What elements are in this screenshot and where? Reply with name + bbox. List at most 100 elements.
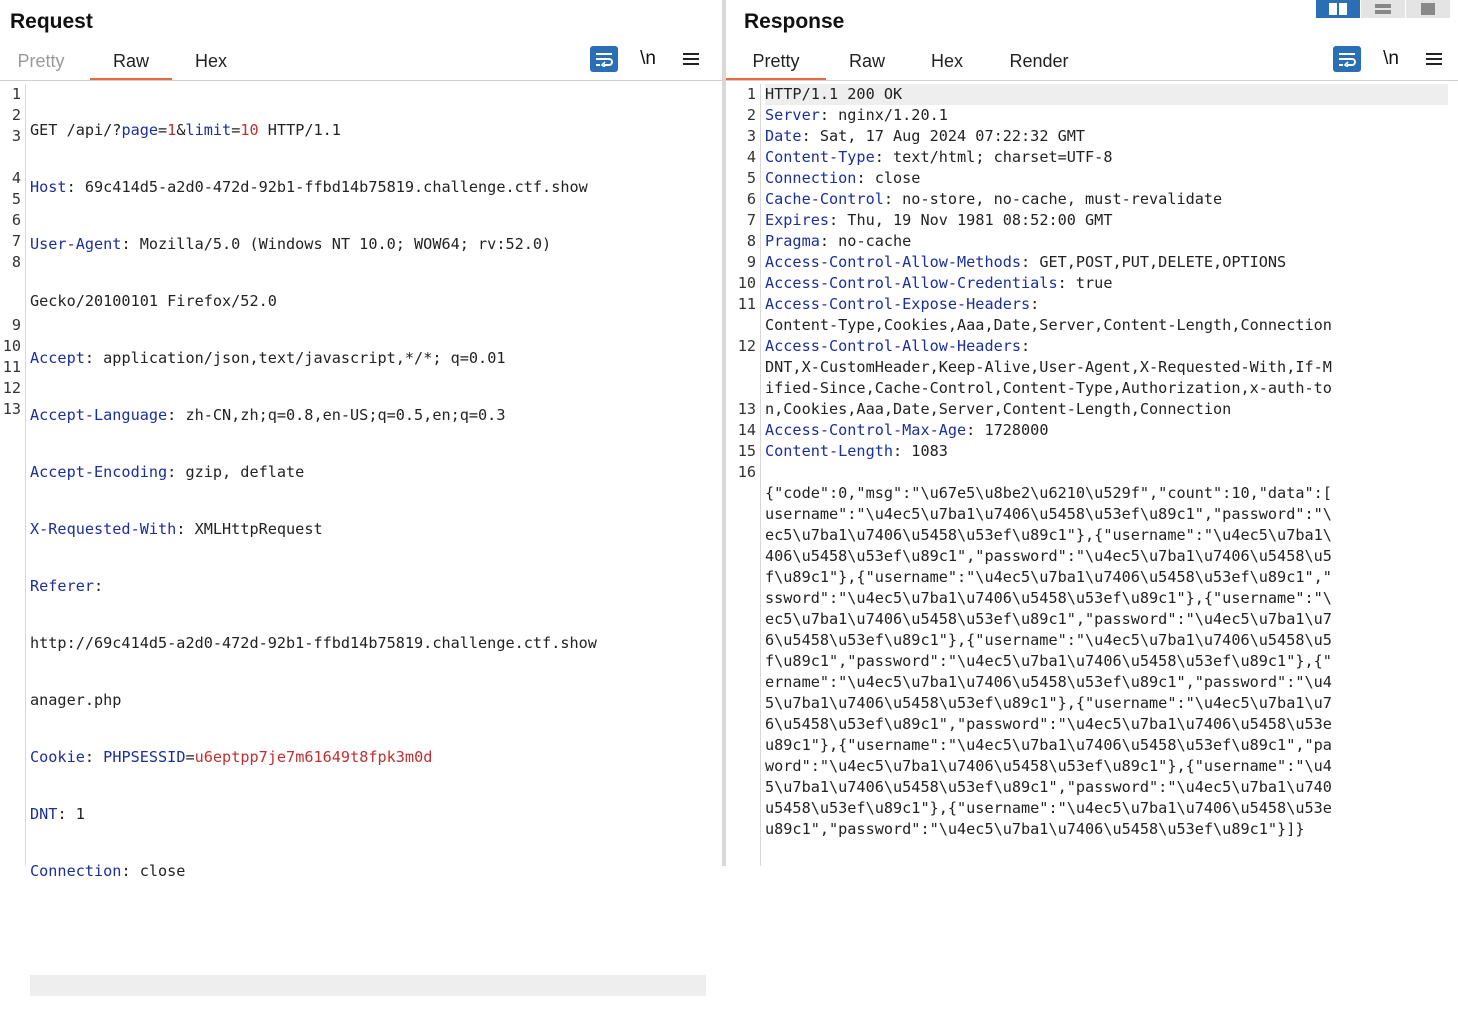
response-pane: Response Pretty Raw Hex Render \n 123456… <box>726 0 1458 866</box>
request-tabs: Pretty Raw Hex <box>0 48 244 81</box>
line-number: 2 <box>746 106 756 124</box>
request-editor[interactable]: 1 2 3 4 5 6 7 8 9 10 11 12 13 GET /api/?page=1&limit… <box>0 84 722 996</box>
tab-raw[interactable]: Raw <box>826 48 908 81</box>
word-wrap-icon <box>1339 53 1356 67</box>
line-number <box>726 735 760 756</box>
line-number <box>726 483 760 504</box>
code-line-current <box>30 975 706 996</box>
line-number: 10 <box>2 337 21 355</box>
tab-pretty[interactable]: Pretty <box>0 48 82 81</box>
line-number <box>726 357 760 378</box>
code-line: Access-Control-Allow-Methods: GET,POST,P… <box>765 253 1287 271</box>
code-line: u89c1"},{"username":"\u4ec5\u7ba1\u7406\… <box>765 736 1332 754</box>
line-number <box>726 630 760 651</box>
code-line: ername":"\u4ec5\u7ba1\u7406\u5458\u53ef\… <box>765 673 1332 691</box>
request-pane: Request Pretty Raw Hex \n 1 2 3 4 5 6 7 8 9 10 11 1… <box>0 0 722 996</box>
code-line: Access-Control-Allow-Credentials: true <box>765 274 1113 292</box>
code-line: Accept-Encoding: gzip, deflate <box>30 463 305 481</box>
code-line: {"code":0,"msg":"\u67e5\u8be2\u6210\u529… <box>765 484 1332 502</box>
line-number: 4 <box>11 169 21 187</box>
tab-raw[interactable]: Raw <box>90 48 172 81</box>
code-line: GET /api/?page=1&limit=10 HTTP/1.1 <box>30 121 341 139</box>
line-number: 15 <box>737 442 756 460</box>
response-tabs-divider <box>726 80 1458 81</box>
line-number: 5 <box>746 169 756 187</box>
code-line: Connection: close <box>30 862 186 880</box>
code-line: Host: 69c414d5-a2d0-472d-92b1-ffbd14b758… <box>30 178 588 196</box>
menu-button[interactable] <box>682 51 704 67</box>
line-number: 13 <box>737 400 756 418</box>
request-code[interactable]: GET /api/?page=1&limit=10 HTTP/1.1 Host:… <box>30 84 706 1032</box>
menu-button[interactable] <box>1425 51 1447 67</box>
tab-pretty[interactable]: Pretty <box>726 48 826 81</box>
line-number: 4 <box>746 148 756 166</box>
line-number <box>726 819 760 840</box>
line-number: 12 <box>737 337 756 355</box>
code-line: 6\u5458\u53ef\u89c1"},{"username":"\u4ec… <box>765 631 1332 649</box>
line-number <box>726 714 760 735</box>
code-line: username":"\u4ec5\u7ba1\u7406\u5458\u53e… <box>765 505 1332 523</box>
response-title: Response <box>744 10 845 33</box>
tab-hex[interactable]: Hex <box>178 48 244 81</box>
code-line: Referer: <box>30 577 104 595</box>
word-wrap-button[interactable] <box>590 46 618 72</box>
line-number: 12 <box>2 379 21 397</box>
code-line: Cache-Control: no-store, no-cache, must-… <box>765 190 1223 208</box>
code-line: Access-Control-Expose-Headers: <box>765 295 1040 313</box>
code-line: f\u89c1"},{"username":"\u4ec5\u7ba1\u740… <box>765 568 1332 586</box>
response-editor[interactable]: 1 2 3 4 5 6 7 8 9 10 11 12 13 14 15 16 HTTP/1.1 200 OK S… <box>726 84 1458 866</box>
code-line: User-Agent: Mozilla/5.0 (Windows NT 10.0… <box>30 235 552 253</box>
response-code[interactable]: HTTP/1.1 200 OK Server: nginx/1.20.1 Date:… <box>765 84 1448 840</box>
code-line: Server: nginx/1.20.1 <box>765 106 948 124</box>
code-line: Pragma: no-cache <box>765 232 912 250</box>
code-line: http://69c414d5-a2d0-472d-92b1-ffbd14b75… <box>30 634 597 652</box>
hamburger-menu-icon <box>1426 53 1442 65</box>
line-number <box>0 294 25 315</box>
response-toolbar: \n <box>1333 46 1447 72</box>
line-number: 14 <box>737 421 756 439</box>
line-number <box>726 756 760 777</box>
code-line: ssword":"\u4ec5\u7ba1\u7406\u5458\u53ef\… <box>765 589 1332 607</box>
word-wrap-button[interactable] <box>1333 46 1361 72</box>
line-number <box>726 567 760 588</box>
line-number <box>726 315 760 336</box>
code-line: Content-Type,Cookies,Aaa,Date,Server,Con… <box>765 316 1332 334</box>
line-number: 6 <box>746 190 756 208</box>
code-line: ec5\u7ba1\u7406\u5458\u53ef\u89c1","pass… <box>765 610 1332 628</box>
line-number <box>726 609 760 630</box>
hamburger-menu-icon <box>683 53 699 65</box>
tab-hex[interactable]: Hex <box>908 48 986 81</box>
request-title: Request <box>10 10 93 33</box>
line-number <box>726 504 760 525</box>
code-line: X-Requested-With: XMLHttpRequest <box>30 520 323 538</box>
line-number: 3 <box>11 127 21 145</box>
code-line: 6\u5458\u53ef\u89c1","password":"\u4ec5\… <box>765 715 1332 733</box>
show-newlines-button[interactable]: \n <box>1373 48 1409 70</box>
line-number: 2 <box>11 106 21 124</box>
show-newlines-button[interactable]: \n <box>630 48 666 70</box>
line-number <box>726 672 760 693</box>
code-line: ified-Since,Cache-Control,Content-Type,A… <box>765 379 1332 397</box>
request-tabs-divider <box>0 80 722 81</box>
line-number <box>726 378 760 399</box>
code-line: 406\u5458\u53ef\u89c1","password":"\u4ec… <box>765 547 1332 565</box>
line-number: 9 <box>11 316 21 334</box>
code-line: 5\u7ba1\u7406\u5458\u53ef\u89c1","passwo… <box>765 778 1332 796</box>
line-number <box>726 777 760 798</box>
code-line: Accept: application/json,text/javascript… <box>30 349 506 367</box>
response-line-gutter: 1 2 3 4 5 6 7 8 9 10 11 12 13 14 15 16 <box>726 84 761 866</box>
code-line: Content-Length: 1083 <box>765 442 948 460</box>
code-line: u89c1","password":"\u4ec5\u7ba1\u7406\u5… <box>765 820 1305 838</box>
code-line: Cookie: PHPSESSID=u6eptpp7je7m61649t8fpk… <box>30 748 433 766</box>
line-number <box>0 273 25 294</box>
code-line: Gecko/20100101 Firefox/52.0 <box>30 292 277 310</box>
line-number <box>726 525 760 546</box>
code-line: Access-Control-Allow-Headers: <box>765 337 1031 355</box>
tab-render[interactable]: Render <box>986 48 1092 81</box>
code-line: anager.php <box>30 691 122 709</box>
code-line: ec5\u7ba1\u7406\u5458\u53ef\u89c1"},{"us… <box>765 526 1332 544</box>
code-line: f\u89c1","password":"\u4ec5\u7ba1\u7406\… <box>765 652 1332 670</box>
line-number: 5 <box>11 190 21 208</box>
word-wrap-icon <box>596 53 613 67</box>
